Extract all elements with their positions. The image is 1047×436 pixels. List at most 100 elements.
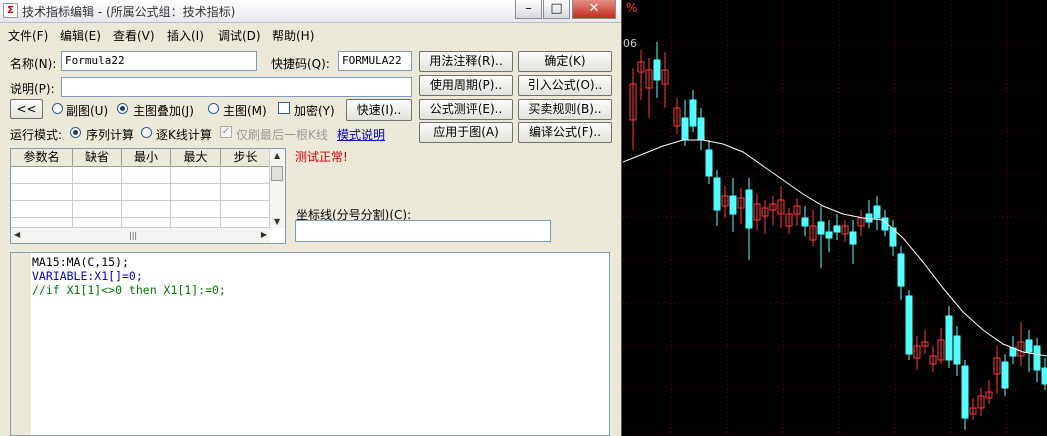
parameter-table[interactable]: 参数名 缺省 最小 最大 步长 ▲ ▼ ◀ ||| ▶ [10, 148, 286, 244]
run-mode-label: 运行模式: [10, 128, 63, 142]
menu-bar: 文件(F) 编辑(E) 查看(V) 插入(I) 调试(D) 帮助(H) [0, 24, 621, 44]
code-line-1[interactable]: MA15:MA(C,15); [32, 255, 129, 269]
compile-button[interactable]: 编译公式(F).. [518, 122, 612, 143]
candle-body [953, 335, 961, 365]
per-bar-calc-label: 逐K线计算 [156, 128, 212, 142]
trade-rules-button[interactable]: 买卖规则(B).. [518, 99, 612, 120]
code-line-3-text: //if X1[1]<>0 then X1[1]:=0; [32, 283, 226, 297]
title-bar[interactable]: Σ 技术指标编辑 - (所属公式组：技术指标) – □ ✕ [0, 0, 621, 23]
editor-gutter [11, 253, 31, 435]
parameter-table-header: 参数名 缺省 最小 最大 步长 [11, 149, 271, 167]
subchart-radio[interactable] [52, 103, 63, 114]
candle-body [961, 365, 969, 419]
param-default-header: 缺省 [73, 149, 122, 166]
scroll-left-icon[interactable]: ◀ [14, 230, 20, 239]
close-button[interactable]: ✕ [572, 0, 616, 19]
candle-body [681, 117, 689, 141]
grid-column-line [121, 166, 122, 228]
candle-body [817, 221, 825, 235]
table-vertical-scrollbar[interactable]: ▲ ▼ [269, 149, 285, 228]
candle-body [653, 59, 661, 81]
grid-column-line [72, 166, 73, 228]
last-bar-checkbox[interactable]: ✓ [220, 126, 232, 138]
encrypt-checkbox-label: 加密(Y) [294, 104, 335, 118]
mode-help-link[interactable]: 模式说明 [337, 126, 385, 143]
menu-file[interactable]: 文件(F) [8, 27, 48, 44]
collapse-button[interactable]: << [10, 99, 43, 119]
mainchart-radio[interactable] [208, 103, 219, 114]
candle-body [1001, 361, 1009, 389]
grid-column-line [220, 166, 221, 228]
subchart-radio-label: 副图(U) [66, 104, 109, 118]
code-line-2-text: VARIABLE:X1[]=0; [32, 269, 143, 283]
candle-body [1041, 367, 1047, 385]
candle-body [745, 189, 753, 229]
maximize-button[interactable]: □ [543, 0, 570, 19]
encrypt-checkbox[interactable] [278, 102, 290, 114]
table-horizontal-scrollbar[interactable]: ◀ ||| ▶ [11, 227, 270, 243]
name-input[interactable]: Formula22 [61, 51, 257, 71]
description-input[interactable] [61, 77, 412, 97]
grid-column-line [170, 166, 171, 228]
table-row[interactable] [11, 200, 271, 201]
menu-help[interactable]: 帮助(H) [272, 27, 314, 44]
table-row[interactable] [11, 183, 271, 184]
scroll-grip-icon[interactable]: ||| [129, 231, 137, 240]
ma15-line [623, 139, 1047, 357]
overlay-radio[interactable] [117, 103, 128, 114]
percent-axis-label: % [626, 1, 638, 15]
name-label: 名称(N): [10, 57, 57, 71]
scroll-thumb[interactable] [271, 166, 283, 181]
quick-button[interactable]: 快速(I).. [346, 99, 412, 121]
param-name-header: 参数名 [11, 149, 73, 166]
usage-notes-button[interactable]: 用法注释(R).. [419, 51, 513, 72]
shortcut-input[interactable]: FORMULA22 [338, 51, 412, 71]
candle-body [1025, 339, 1033, 353]
candle-body [705, 149, 713, 177]
confirm-button[interactable]: 确定(K) [518, 51, 612, 72]
axis-lines-input[interactable] [295, 220, 551, 242]
candle-body [697, 117, 705, 141]
formula-app-icon: Σ [3, 3, 18, 18]
candle-body [905, 295, 913, 355]
per-bar-calc-radio[interactable] [141, 127, 152, 138]
candle-body [713, 177, 721, 211]
candle-body [689, 99, 697, 127]
code-line-1-text: MA15:MA(C,15); [32, 255, 129, 269]
table-row[interactable] [11, 217, 271, 218]
param-max-header: 最大 [171, 149, 221, 166]
menu-edit[interactable]: 编辑(E) [60, 27, 101, 44]
kline-chart-canvas [623, 0, 1047, 436]
window-title: 技术指标编辑 - (所属公式组：技术指标) [22, 5, 236, 19]
price-label: 06 [623, 37, 637, 50]
last-bar-label: 仅刷最后一根K线 [236, 128, 328, 142]
menu-view[interactable]: 查看(V) [113, 27, 155, 44]
candle-body [801, 217, 809, 227]
period-button[interactable]: 使用周期(P).. [419, 75, 513, 96]
formula-test-button[interactable]: 公式测评(E).. [419, 99, 513, 120]
import-formula-button[interactable]: 引入公式(O).. [518, 75, 612, 96]
formula-editor-window: Σ 技术指标编辑 - (所属公式组：技术指标) – □ ✕ 文件(F) 编辑(E… [0, 0, 622, 436]
code-editor[interactable]: MA15:MA(C,15); VARIABLE:X1[]=0; //if X1[… [10, 252, 610, 436]
test-status-text: 测试正常! [295, 150, 348, 164]
code-line-3[interactable]: //if X1[1]<>0 then X1[1]:=0; [32, 283, 226, 297]
minimize-button[interactable]: – [515, 0, 542, 19]
shortcut-label: 快捷码(Q): [271, 57, 330, 71]
candle-body [729, 195, 737, 215]
menu-debug[interactable]: 调试(D) [218, 27, 261, 44]
menu-insert[interactable]: 插入(I) [167, 27, 204, 44]
scroll-up-icon[interactable]: ▲ [274, 151, 280, 160]
candle-body [849, 231, 857, 245]
scroll-down-icon[interactable]: ▼ [274, 217, 280, 226]
code-line-2[interactable]: VARIABLE:X1[]=0; [32, 269, 143, 283]
scroll-right-icon[interactable]: ▶ [261, 230, 267, 239]
candle-body [825, 231, 833, 239]
sequence-calc-label: 序列计算 [86, 128, 135, 142]
candle-body [833, 225, 841, 233]
sequence-calc-radio[interactable] [70, 127, 81, 138]
kline-chart[interactable]: % 06 [623, 0, 1047, 436]
mainchart-radio-label: 主图(M) [223, 104, 267, 118]
param-min-header: 最小 [122, 149, 171, 166]
apply-to-chart-button[interactable]: 应用于图(A) [419, 122, 513, 143]
overlay-radio-label: 主图叠加(J) [133, 104, 194, 118]
